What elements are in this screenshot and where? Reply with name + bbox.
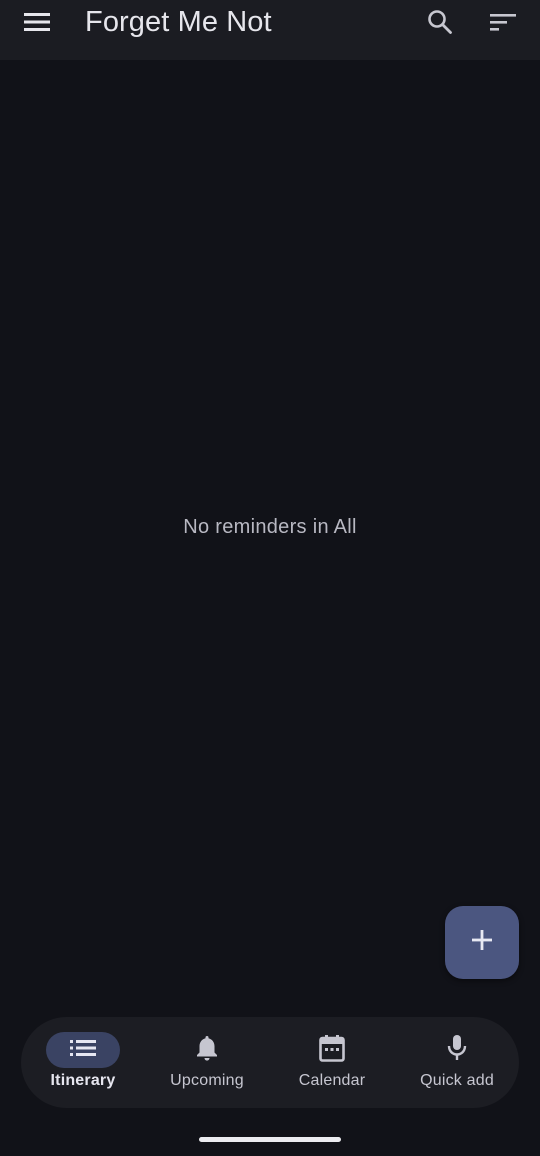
nav-label-upcoming: Upcoming xyxy=(170,1072,244,1089)
list-icon xyxy=(70,1039,96,1062)
nav-active-indicator xyxy=(46,1032,120,1068)
search-icon xyxy=(427,9,453,40)
nav-label-calendar: Calendar xyxy=(298,1072,366,1089)
bell-icon xyxy=(195,1034,219,1067)
nav-item-quick-add[interactable]: Quick add xyxy=(395,1017,519,1108)
sort-filter-icon xyxy=(490,12,516,37)
nav-item-calendar[interactable]: Calendar xyxy=(270,1017,394,1108)
nav-item-itinerary[interactable]: Itinerary xyxy=(21,1017,145,1108)
nav-label-quick-add: Quick add xyxy=(420,1072,494,1089)
top-app-bar: Forget Me Not xyxy=(0,0,540,60)
search-button[interactable] xyxy=(420,4,460,44)
hamburger-menu-icon xyxy=(24,12,50,37)
microphone-icon xyxy=(446,1034,468,1067)
add-reminder-button[interactable] xyxy=(445,906,519,979)
app-title: Forget Me Not xyxy=(85,6,272,38)
nav-item-upcoming[interactable]: Upcoming xyxy=(145,1017,269,1108)
calendar-icon xyxy=(319,1034,345,1067)
bottom-navigation: Itinerary Upcoming Calendar Quick add xyxy=(21,1017,519,1108)
sort-button[interactable] xyxy=(483,4,523,44)
home-indicator[interactable] xyxy=(199,1137,341,1142)
menu-button[interactable] xyxy=(17,4,57,44)
empty-state-message: No reminders in All xyxy=(183,516,357,538)
plus-icon xyxy=(471,929,493,956)
app-screen: Forget Me Not No reminders in All Itiner… xyxy=(0,0,540,1156)
nav-label-itinerary: Itinerary xyxy=(50,1072,116,1089)
